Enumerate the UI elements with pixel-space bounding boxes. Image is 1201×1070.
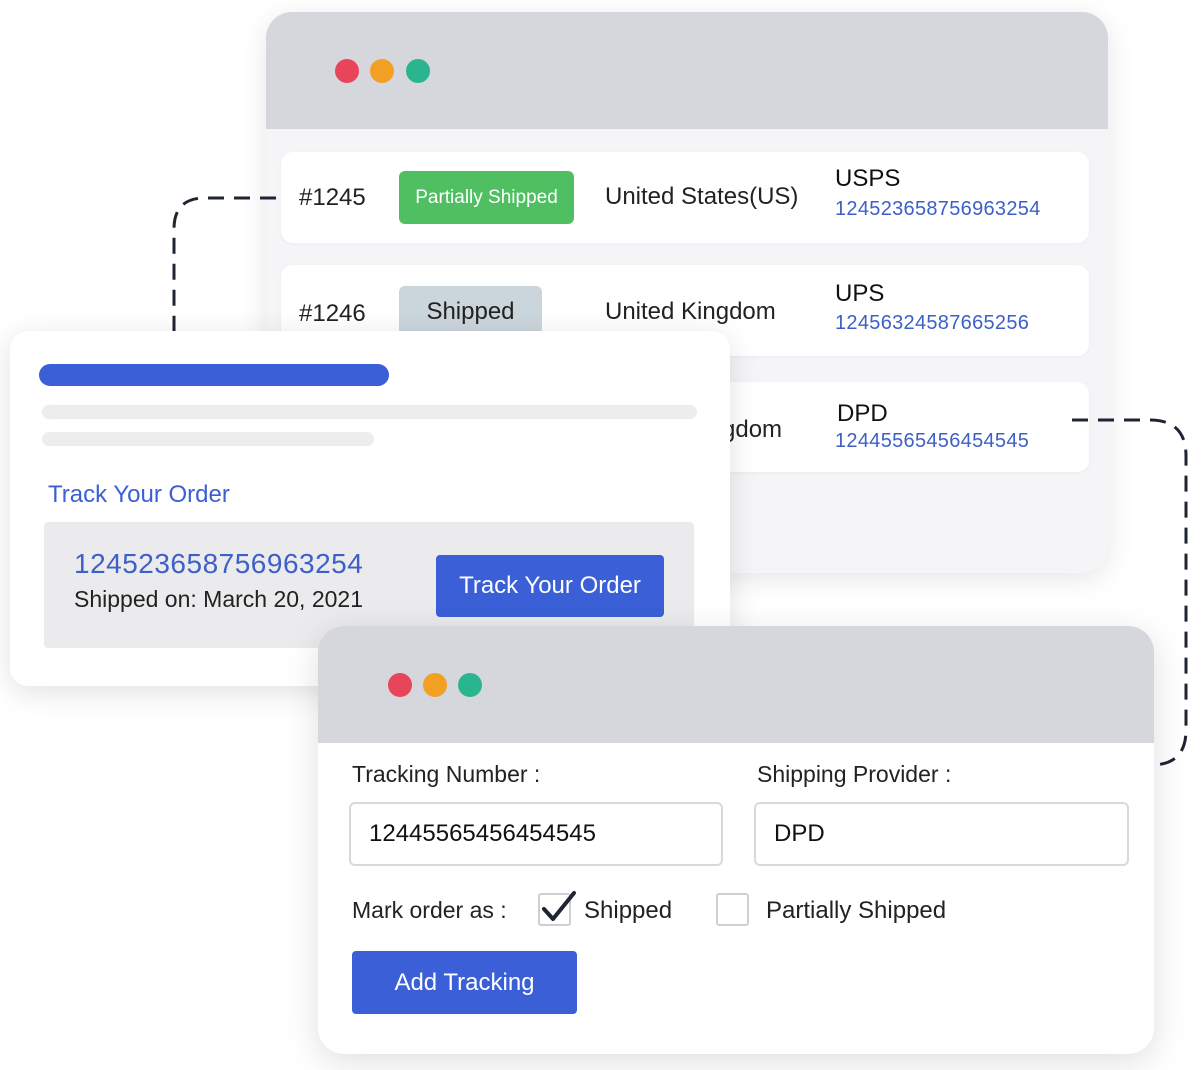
shipped-on-date: March 20, 2021: [203, 586, 363, 612]
form-window-titlebar: [318, 626, 1154, 743]
add-tracking-window: Tracking Number : Shipping Provider : Ma…: [318, 626, 1154, 1054]
track-order-heading: Track Your Order: [48, 481, 230, 508]
maximize-window-dot[interactable]: [458, 673, 482, 697]
minimize-window-dot[interactable]: [423, 673, 447, 697]
shipped-on-label: Shipped on:: [74, 586, 197, 612]
placeholder-heading-bar: [39, 364, 389, 386]
partially-shipped-option-label[interactable]: Partially Shipped: [766, 897, 946, 925]
connector-order-to-track: [172, 196, 276, 332]
partially-shipped-checkbox[interactable]: [716, 893, 749, 926]
tracking-number-label: Tracking Number :: [352, 761, 541, 787]
add-tracking-button[interactable]: Add Tracking: [352, 951, 577, 1014]
placeholder-text-line: [42, 432, 374, 446]
shipped-on-text: Shipped on: March 20, 2021: [74, 586, 363, 613]
tracking-number-input[interactable]: [349, 802, 723, 866]
close-window-dot[interactable]: [388, 673, 412, 697]
mark-order-label: Mark order as :: [352, 897, 507, 923]
placeholder-text-line: [42, 405, 697, 419]
tracking-number-link[interactable]: 124523658756963254: [74, 548, 363, 580]
checkmark-icon: [542, 891, 576, 921]
shipping-provider-input[interactable]: [754, 802, 1129, 866]
shipped-option-label[interactable]: Shipped: [584, 897, 672, 925]
shipped-checkbox[interactable]: [538, 891, 576, 926]
shipping-provider-label: Shipping Provider :: [757, 761, 952, 787]
track-order-button[interactable]: Track Your Order: [436, 555, 664, 617]
